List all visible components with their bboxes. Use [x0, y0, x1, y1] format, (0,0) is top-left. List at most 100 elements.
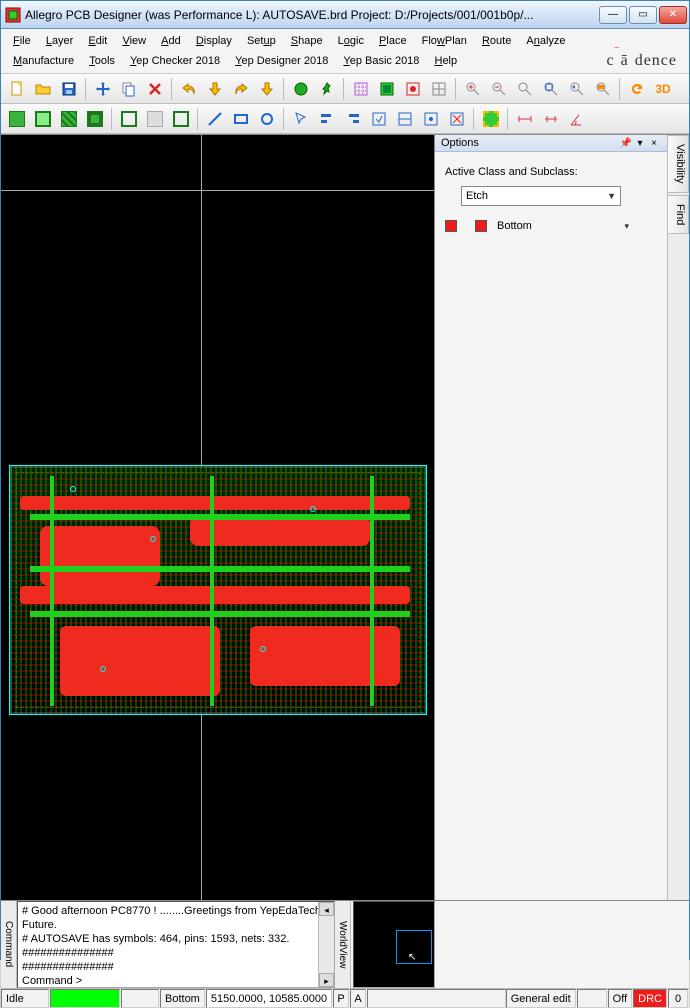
worldview-panel-tab[interactable]: WorldView: [335, 901, 351, 988]
menu-file[interactable]: File: [7, 31, 37, 51]
status-spacer: [367, 989, 506, 1008]
tab-visibility[interactable]: Visibility: [668, 135, 689, 193]
new-file-button[interactable]: [5, 77, 29, 101]
menu-route[interactable]: Route: [476, 31, 517, 51]
app-icon: [5, 7, 21, 23]
zoom-selection-button[interactable]: [591, 77, 615, 101]
shape-outline-2-button[interactable]: [169, 107, 193, 131]
minimize-button[interactable]: —: [599, 6, 627, 24]
dim-horiz-button[interactable]: [513, 107, 537, 131]
panel-pin-icon[interactable]: 📌: [619, 138, 633, 149]
zoom-out-button[interactable]: [487, 77, 511, 101]
visibility-swatch[interactable]: [445, 220, 457, 232]
dim-horiz-2-button[interactable]: [539, 107, 563, 131]
shape-fill-3-button[interactable]: [57, 107, 81, 131]
zoom-prev-button[interactable]: [565, 77, 589, 101]
pushpin-button[interactable]: [315, 77, 339, 101]
menu-tools[interactable]: Tools: [83, 51, 121, 71]
menu-display[interactable]: Display: [190, 31, 238, 51]
save-button[interactable]: [57, 77, 81, 101]
refresh-button[interactable]: [625, 77, 649, 101]
shape-edit-2-button[interactable]: [393, 107, 417, 131]
command-line: # Good afternoon PC8770 ! ........Greeti…: [22, 904, 330, 932]
globe-button[interactable]: [289, 77, 313, 101]
tab-find[interactable]: Find: [668, 195, 689, 234]
zoom-window-button[interactable]: [539, 77, 563, 101]
shape-warn-button[interactable]: [445, 107, 469, 131]
status-p-button[interactable]: P: [333, 989, 349, 1008]
select-arrow-button[interactable]: [289, 107, 313, 131]
dim-angle-button[interactable]: [565, 107, 589, 131]
shape-fill-2-button[interactable]: [31, 107, 55, 131]
undo-button[interactable]: [177, 77, 201, 101]
layer-view-button[interactable]: [375, 77, 399, 101]
status-blank-2: [577, 989, 607, 1008]
window-title: Allegro PCB Designer (was Performance L)…: [25, 8, 599, 22]
shape-edit-3-button[interactable]: [419, 107, 443, 131]
scroll-left-icon[interactable]: ◂: [319, 902, 334, 916]
delete-button[interactable]: [143, 77, 167, 101]
status-off: Off: [608, 989, 632, 1008]
worldview-panel[interactable]: ↖: [353, 901, 435, 988]
menu-setup[interactable]: Setup: [241, 31, 282, 51]
open-button[interactable]: [31, 77, 55, 101]
menu-edit[interactable]: Edit: [82, 31, 113, 51]
shape-fill-1-button[interactable]: [5, 107, 29, 131]
status-count: 0: [668, 989, 688, 1008]
scroll-right-icon[interactable]: ▸: [319, 973, 334, 987]
move-button[interactable]: [91, 77, 115, 101]
command-scrollbar[interactable]: ◂ ▸: [318, 902, 334, 987]
status-coords[interactable]: 5150.0000, 10585.0000: [206, 989, 332, 1008]
copy-button[interactable]: [117, 77, 141, 101]
menu-flowplan[interactable]: FlowPlan: [416, 31, 473, 51]
menu-yep-basic[interactable]: Yep Basic 2018: [337, 51, 425, 71]
grid-toggle-button[interactable]: [427, 77, 451, 101]
options-panel-header[interactable]: Options 📌 ▾ ×: [435, 135, 667, 152]
menu-yep-checker[interactable]: Yep Checker 2018: [124, 51, 226, 71]
subclass-dropdown[interactable]: Bottom ▾: [493, 216, 633, 236]
menu-view[interactable]: View: [116, 31, 152, 51]
menu-manufacture[interactable]: Manufacture: [7, 51, 80, 71]
command-log[interactable]: ◂ ▸ # Good afternoon PC8770 ! ........Gr…: [17, 901, 335, 988]
status-drc[interactable]: DRC: [633, 989, 667, 1008]
subclass-color-swatch[interactable]: [475, 220, 487, 232]
draw-rect-button[interactable]: [229, 107, 253, 131]
design-canvas[interactable]: [1, 135, 435, 900]
align-right-button[interactable]: [341, 107, 365, 131]
status-a-button[interactable]: A: [350, 989, 366, 1008]
shape-edit-1-button[interactable]: [367, 107, 391, 131]
command-prompt[interactable]: Command >: [22, 974, 330, 988]
align-left-button[interactable]: [315, 107, 339, 131]
menu-logic[interactable]: Logic: [332, 31, 370, 51]
highlight-button[interactable]: [401, 77, 425, 101]
menu-add[interactable]: Add: [155, 31, 187, 51]
maximize-button[interactable]: ▭: [629, 6, 657, 24]
class-dropdown[interactable]: Etch ▼: [461, 186, 621, 206]
redo-button[interactable]: [229, 77, 253, 101]
grid-snap-button[interactable]: [349, 77, 373, 101]
panel-close-icon[interactable]: ×: [647, 138, 661, 149]
3d-view-button[interactable]: 3D: [651, 77, 675, 101]
menu-yep-designer[interactable]: Yep Designer 2018: [229, 51, 334, 71]
status-bar: Idle Bottom 5150.0000, 10585.0000 P A Ge…: [1, 988, 689, 1008]
options-panel-title: Options: [441, 137, 479, 149]
command-panel-tab[interactable]: Command: [1, 901, 17, 988]
zoom-in-button[interactable]: [461, 77, 485, 101]
close-button[interactable]: ✕: [659, 6, 687, 24]
down-arrow-2-button[interactable]: [255, 77, 279, 101]
menu-shape[interactable]: Shape: [285, 31, 329, 51]
down-arrow-1-button[interactable]: [203, 77, 227, 101]
zoom-fit-button[interactable]: [513, 77, 537, 101]
highlight-sel-button[interactable]: [479, 107, 503, 131]
draw-line-button[interactable]: [203, 107, 227, 131]
toolbar-shapes: [1, 104, 689, 134]
shape-outline-1-button[interactable]: [117, 107, 141, 131]
crosshair-horizontal: [1, 190, 434, 191]
menu-help[interactable]: Help: [428, 51, 463, 71]
menu-place[interactable]: Place: [373, 31, 413, 51]
panel-menu-icon[interactable]: ▾: [633, 138, 647, 149]
shape-fill-4-button[interactable]: [83, 107, 107, 131]
menu-analyze[interactable]: Analyze: [520, 31, 571, 51]
menu-layer[interactable]: Layer: [40, 31, 80, 51]
draw-circle-button[interactable]: [255, 107, 279, 131]
